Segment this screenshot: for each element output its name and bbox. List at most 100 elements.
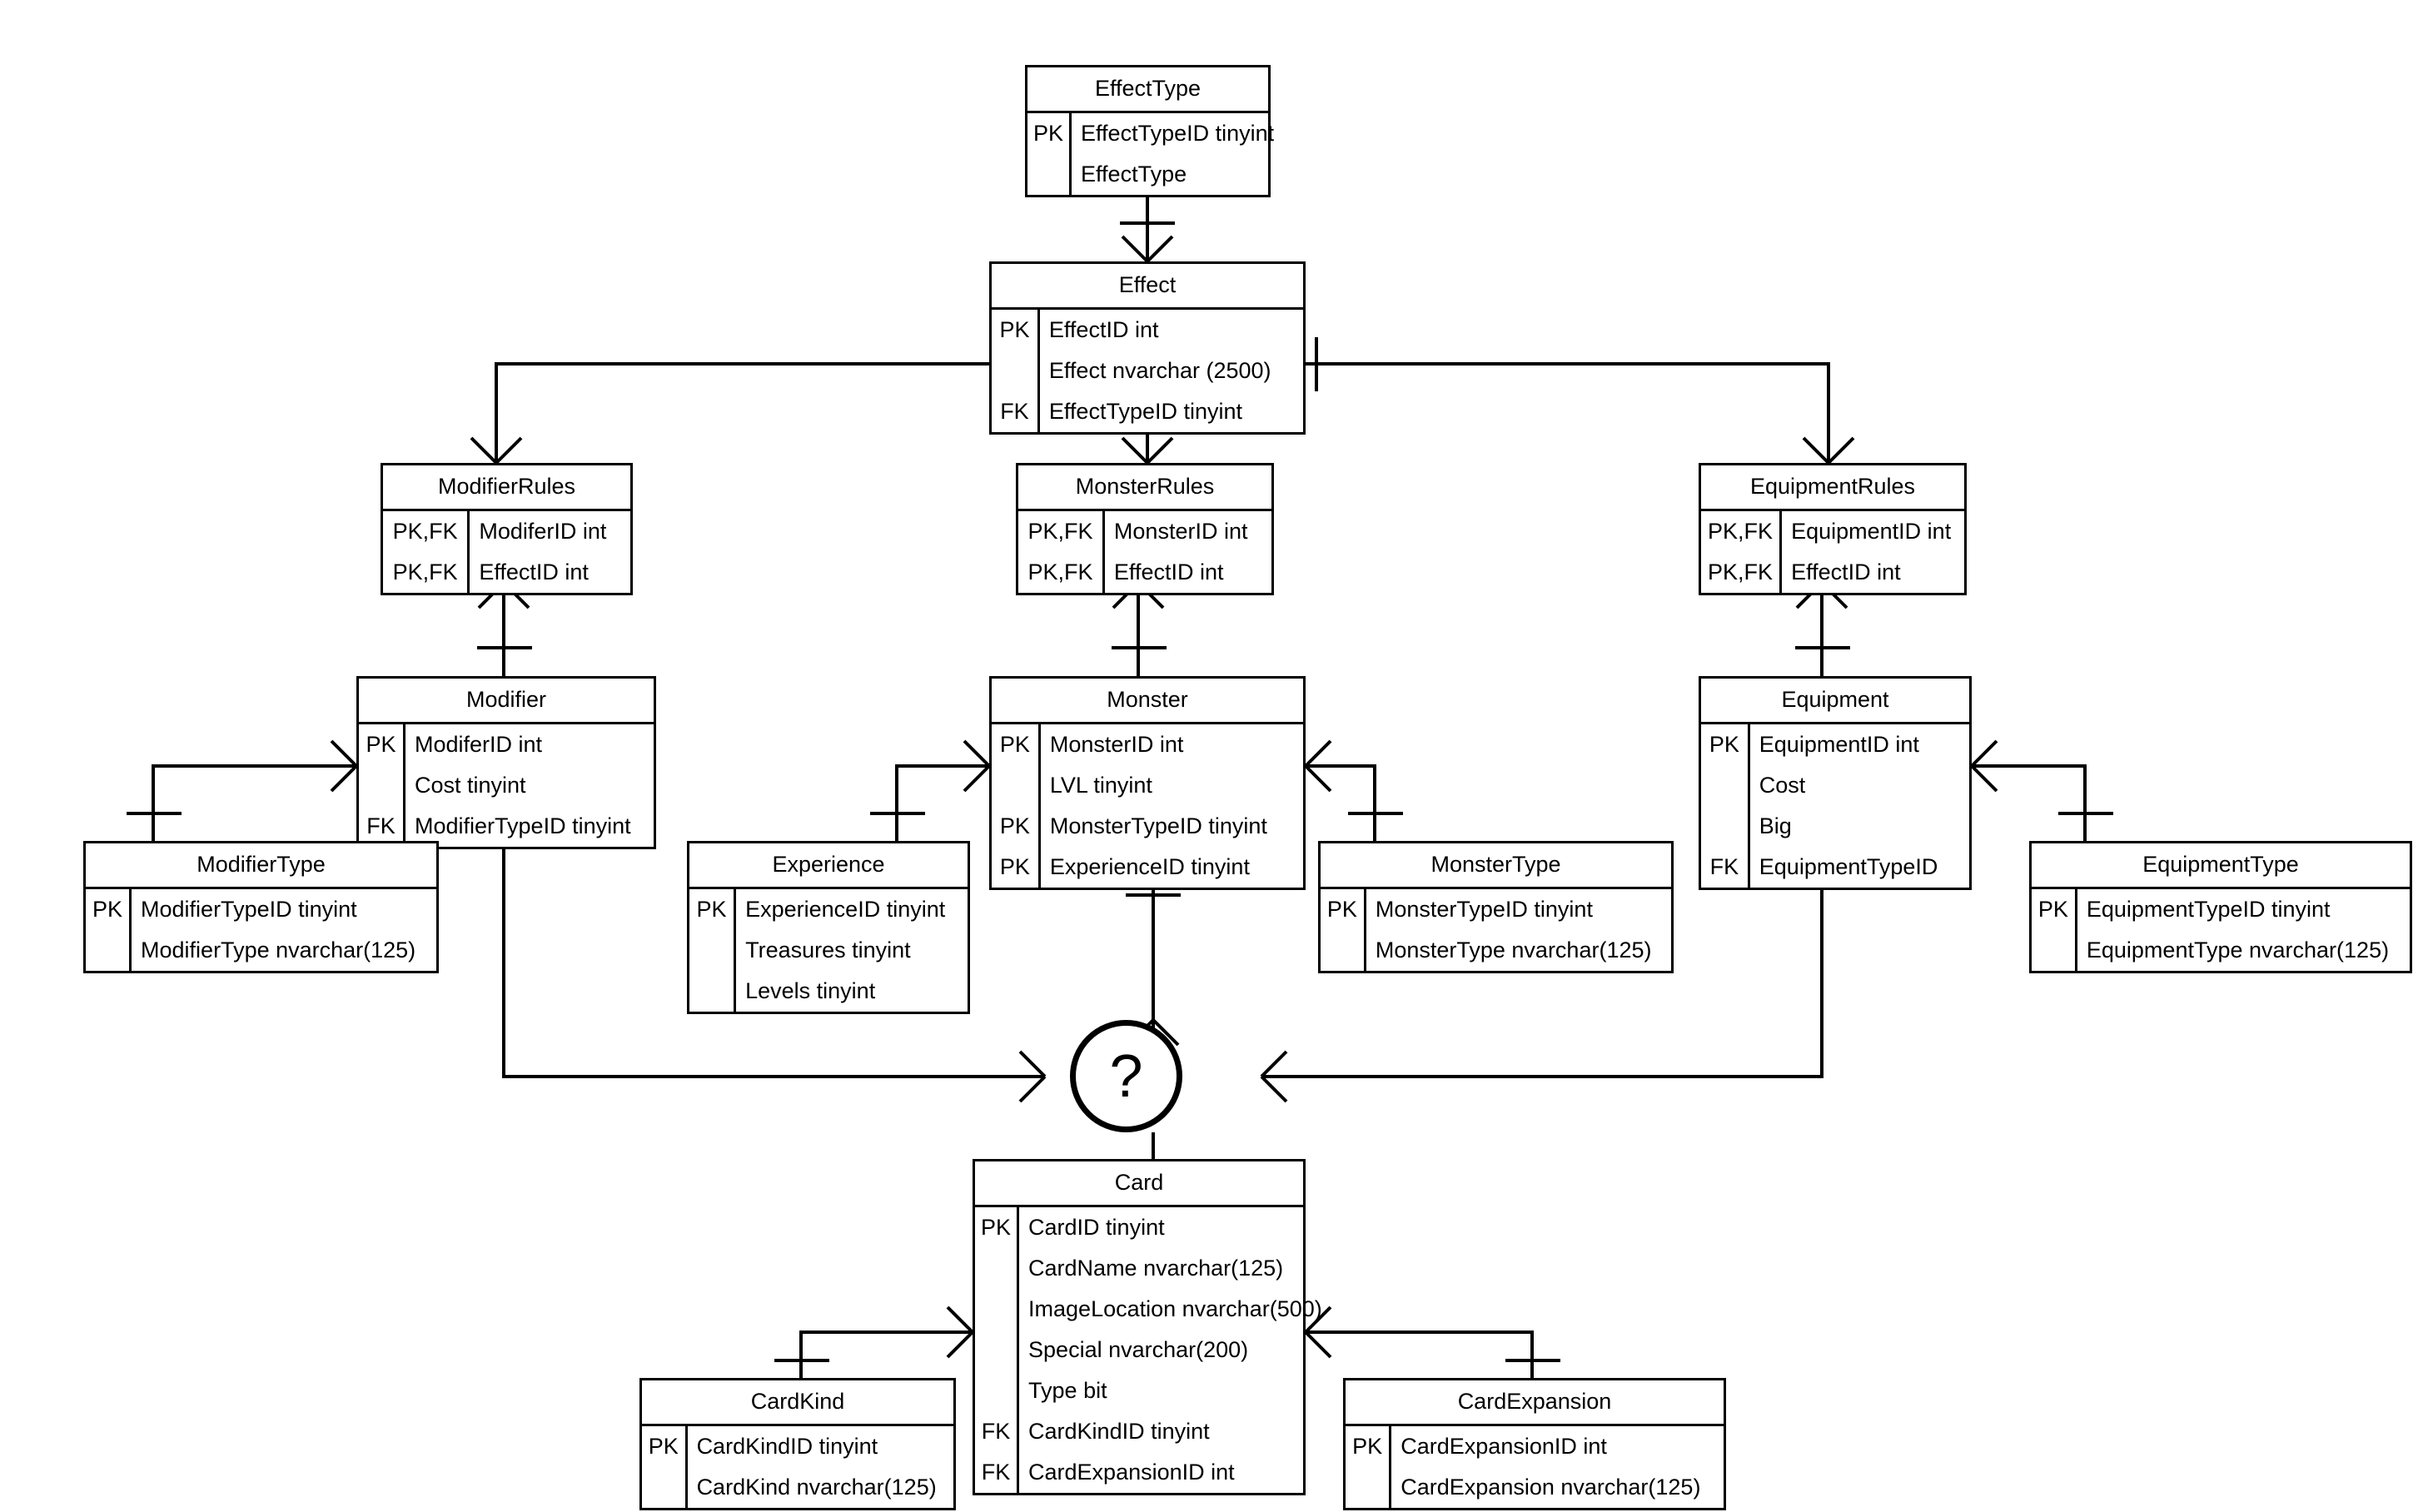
attribute-name: MonsterTypeID tinyint (1049, 813, 1267, 838)
attribute-key: PK (975, 1207, 1020, 1248)
attribute-list-monster: PK MonsterID int LVL tinyint PK MonsterT… (992, 724, 1303, 888)
attribute-row: PK EffectID int (992, 310, 1303, 351)
attribute-key: PK,FK (1018, 511, 1105, 552)
attribute-key (2032, 930, 2077, 971)
attribute-name: Levels tinyint (745, 978, 876, 1003)
attribute-row: CardName nvarchar(125) (975, 1248, 1331, 1289)
attribute-name: MonsterID int (1113, 519, 1248, 544)
crowsfoot-modifier-from-modifiertype (330, 739, 358, 793)
attribute-row: PK MonsterID int (992, 724, 1303, 765)
attribute-key: FK (975, 1452, 1020, 1493)
attribute-row: PK EffectTypeID tinyint (1027, 113, 1283, 154)
crowsfoot-qnode-from-equipment (1260, 1050, 1288, 1103)
entity-cardexpansion[interactable]: CardExpansion PK CardExpansionID int Car… (1343, 1378, 1726, 1510)
entity-title-monstertype: MonsterType (1321, 843, 1671, 889)
attribute-list-modifier: PK ModiferID int Cost tinyint FK Modifie… (359, 724, 654, 847)
entity-equipment[interactable]: Equipment PK EquipmentID int Cost Big FK… (1699, 676, 1972, 890)
attribute-row: PK,FK EffectID int (1018, 552, 1271, 593)
attribute-name: EffectID int (479, 560, 589, 584)
attribute-key: PK (992, 724, 1041, 765)
entity-title-effecttype: EffectType (1027, 67, 1268, 113)
attribute-name: ImageLocation nvarchar(500) (1028, 1296, 1322, 1321)
crowsfoot-monster-from-monstertype (1304, 739, 1332, 793)
entity-effecttype[interactable]: EffectType PK EffectTypeID tinyint Effec… (1025, 65, 1274, 197)
question-mark-icon: ? (1109, 1042, 1143, 1110)
attribute-name: CardID tinyint (1028, 1215, 1165, 1240)
attribute-row: PK CardID tinyint (975, 1207, 1331, 1248)
attribute-key: FK (992, 391, 1040, 432)
attribute-row: FK EquipmentTypeID (1701, 847, 1969, 888)
attribute-list-cardexpansion: PK CardExpansionID int CardExpansion nva… (1346, 1426, 1724, 1508)
edge-monstertype-monster (1306, 764, 1376, 841)
entity-monster[interactable]: Monster PK MonsterID int LVL tinyint PK … (989, 676, 1306, 890)
entity-equipmentrules[interactable]: EquipmentRules PK,FK EquipmentID int PK,… (1699, 463, 1967, 595)
entity-modifier[interactable]: Modifier PK ModiferID int Cost tinyint F… (356, 676, 656, 849)
attribute-key (689, 930, 737, 971)
attribute-row: PK,FK EffectID int (1701, 552, 1964, 593)
attribute-name: EffectType (1081, 162, 1187, 187)
attribute-key (359, 765, 405, 806)
attribute-name: ModiferID int (415, 732, 543, 757)
attribute-key: PK (992, 847, 1041, 888)
attribute-row: PK MonsterTypeID tinyint (1321, 889, 1671, 930)
entity-cardkind[interactable]: CardKind PK CardKindID tinyint CardKind … (639, 1378, 956, 1510)
attribute-key: PK (642, 1426, 688, 1467)
attribute-list-card: PK CardID tinyint CardName nvarchar(125)… (975, 1207, 1331, 1493)
attribute-name: CardExpansion nvarchar(125) (1401, 1475, 1701, 1500)
attribute-row: LVL tinyint (992, 765, 1303, 806)
crowsfoot-monsterrules-from-effect (1121, 436, 1174, 465)
attribute-name: MonsterType nvarchar(125) (1375, 938, 1652, 962)
attribute-key (1027, 154, 1072, 195)
attribute-name: EffectID int (1113, 560, 1224, 584)
attribute-name: Cost (1759, 773, 1806, 798)
attribute-name: MonsterTypeID tinyint (1375, 897, 1593, 922)
attribute-row: FK CardKindID tinyint (975, 1411, 1331, 1452)
attribute-name: LVL tinyint (1049, 773, 1152, 798)
entity-experience[interactable]: Experience PK ExperienceID tinyint Treas… (687, 841, 970, 1014)
attribute-row: PK,FK EffectID int (383, 552, 630, 593)
attribute-name: ExperienceID tinyint (1049, 854, 1250, 879)
attribute-key: FK (975, 1411, 1020, 1452)
attribute-row: Effect nvarchar (2500) (992, 351, 1303, 391)
entity-effect[interactable]: Effect PK EffectID int Effect nvarchar (… (989, 261, 1306, 435)
entity-title-card: Card (975, 1161, 1303, 1207)
attribute-name: EquipmentType nvarchar(125) (2086, 938, 2390, 962)
attribute-list-monstertype: PK MonsterTypeID tinyint MonsterType nva… (1321, 889, 1671, 971)
entity-monstertype[interactable]: MonsterType PK MonsterTypeID tinyint Mon… (1318, 841, 1674, 973)
entity-equipmenttype[interactable]: EquipmentType PK EquipmentTypeID tinyint… (2029, 841, 2412, 973)
attribute-key: PK (1701, 724, 1750, 765)
attribute-row: PK EquipmentTypeID tinyint (2032, 889, 2410, 930)
attribute-name: EffectTypeID tinyint (1048, 399, 1243, 424)
entity-title-cardexpansion: CardExpansion (1346, 1380, 1724, 1426)
attribute-key: PK (992, 806, 1041, 847)
entity-title-cardkind: CardKind (642, 1380, 953, 1426)
attribute-key: PK,FK (1018, 552, 1105, 593)
attribute-key (975, 1370, 1020, 1411)
entity-modifiertype[interactable]: ModifierType PK ModifierTypeID tinyint M… (83, 841, 439, 973)
attribute-name: CardName nvarchar(125) (1028, 1256, 1284, 1281)
entity-monsterrules[interactable]: MonsterRules PK,FK MonsterID int PK,FK E… (1016, 463, 1274, 595)
attribute-key: PK (86, 889, 132, 930)
crowsfoot-qnode-from-modifier (1018, 1050, 1047, 1103)
attribute-key (975, 1330, 1020, 1370)
attribute-row: Special nvarchar(200) (975, 1330, 1331, 1370)
attribute-list-experience: PK ExperienceID tinyint Treasures tinyin… (689, 889, 968, 1012)
attribute-row: EffectType (1027, 154, 1283, 195)
attribute-key: PK (689, 889, 737, 930)
attribute-list-equipmentrules: PK,FK EquipmentID int PK,FK EffectID int (1701, 511, 1964, 593)
attribute-list-modifierrules: PK,FK ModiferID int PK,FK EffectID int (383, 511, 630, 593)
attribute-row: PK,FK EquipmentID int (1701, 511, 1964, 552)
entity-title-equipment: Equipment (1701, 679, 1969, 724)
unknown-relationship-node[interactable]: ? (1070, 1020, 1182, 1132)
entity-title-modifiertype: ModifierType (86, 843, 436, 889)
attribute-key: FK (1701, 847, 1750, 888)
crowsfoot-modifierrules-from-effect (470, 436, 523, 465)
entity-modifierrules[interactable]: ModifierRules PK,FK ModiferID int PK,FK … (381, 463, 633, 595)
attribute-key (1346, 1467, 1392, 1508)
attribute-row: PK CardExpansionID int (1346, 1426, 1724, 1467)
attribute-name: CardExpansionID int (1401, 1434, 1607, 1459)
attribute-key (1321, 930, 1366, 971)
attribute-row: PK EquipmentID int (1701, 724, 1969, 765)
entity-card[interactable]: Card PK CardID tinyint CardName nvarchar… (973, 1159, 1322, 1495)
attribute-row: PK CardKindID tinyint (642, 1426, 953, 1467)
